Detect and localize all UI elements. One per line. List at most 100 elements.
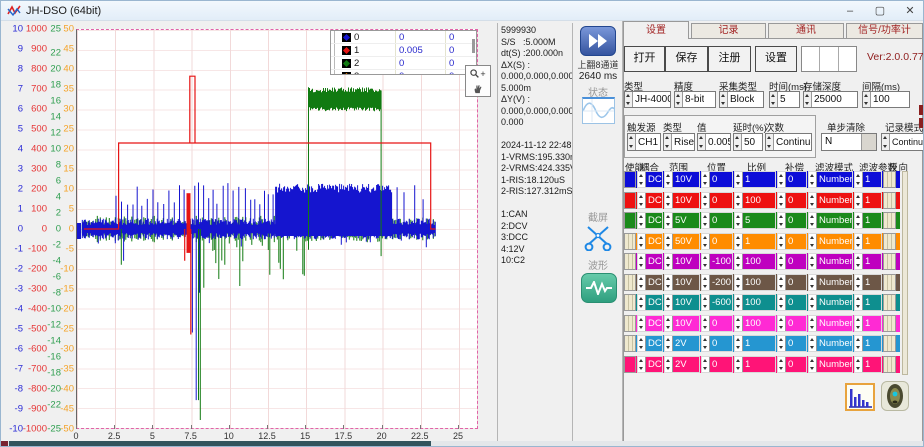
spinner-icon[interactable] <box>735 213 743 228</box>
legend-scrollbar[interactable] <box>472 39 475 53</box>
channel-position-field[interactable]: -100 <box>701 253 733 270</box>
channel-coupling-field[interactable]: DC <box>637 356 663 373</box>
spinner-icon[interactable] <box>665 213 673 228</box>
spinner-icon[interactable] <box>809 172 817 187</box>
spinner-icon[interactable] <box>702 234 710 249</box>
spinner-icon[interactable] <box>735 295 743 310</box>
channel-scale-field[interactable]: 1 <box>734 356 776 373</box>
channel-range-field[interactable]: 10V <box>664 253 700 270</box>
spinner-icon[interactable] <box>778 295 786 310</box>
channel-enable-box[interactable] <box>624 192 636 209</box>
single-clear-button[interactable] <box>861 134 876 150</box>
spinner-icon[interactable] <box>625 92 633 107</box>
precision-combo[interactable]: 8-bit <box>674 91 716 108</box>
spinner-icon[interactable] <box>702 193 710 208</box>
maximize-button[interactable]: ▢ <box>865 2 895 20</box>
acquire-type-combo[interactable]: Block <box>719 91 764 108</box>
channel-position-field[interactable]: -200 <box>701 274 733 291</box>
channel-scale-field[interactable]: 1 <box>734 233 776 250</box>
spinner-icon[interactable] <box>702 336 710 351</box>
channel-scale-field[interactable]: 100 <box>734 253 776 270</box>
channel-scale-field[interactable]: 5 <box>734 212 776 229</box>
spinner-icon[interactable] <box>855 295 863 310</box>
channel-comp-field[interactable]: 0 <box>777 192 807 209</box>
spinner-icon[interactable] <box>702 213 710 228</box>
channel-scale-field[interactable]: 100 <box>734 315 776 332</box>
channel-filter-param-field[interactable]: 1 <box>854 294 882 311</box>
spinner-icon[interactable] <box>809 193 817 208</box>
channel-position-field[interactable]: 0 <box>701 212 733 229</box>
spinner-icon[interactable] <box>882 134 890 150</box>
channel-comp-field[interactable]: 0 <box>777 171 807 188</box>
channel-invert-box[interactable] <box>883 253 896 270</box>
spinner-icon[interactable] <box>735 275 743 290</box>
spinner-icon[interactable] <box>735 357 743 372</box>
channel-range-field[interactable]: 10V <box>664 315 700 332</box>
spinner-icon[interactable] <box>665 316 673 331</box>
channel-invert-box[interactable] <box>883 192 896 209</box>
channel-filter-mode-field[interactable]: Number <box>808 335 853 352</box>
empty-list-widget[interactable] <box>801 46 857 72</box>
channel-coupling-field[interactable]: DC <box>637 233 663 250</box>
channel-position-field[interactable]: 0 <box>701 192 733 209</box>
close-button[interactable]: ✕ <box>895 2 924 20</box>
spinner-icon[interactable] <box>628 134 636 150</box>
spinner-icon[interactable] <box>734 134 742 150</box>
channel-comp-field[interactable]: 0 <box>777 294 807 311</box>
channel-position-field[interactable]: 0 <box>701 233 733 250</box>
channel-position-field[interactable]: 0 <box>701 315 733 332</box>
save-button[interactable]: 保存 <box>665 46 708 72</box>
spinner-icon[interactable] <box>863 92 871 107</box>
spinner-icon[interactable] <box>778 336 786 351</box>
trigger-source-combo[interactable]: CH1 <box>627 133 661 151</box>
spinner-icon[interactable] <box>665 193 673 208</box>
channel-range-field[interactable]: 5V <box>664 212 700 229</box>
channel-filter-param-field[interactable]: 1 <box>854 274 882 291</box>
trigger-value-combo[interactable]: 0.0051 <box>697 133 731 151</box>
spinner-icon[interactable] <box>855 193 863 208</box>
channel-comp-field[interactable]: 0 <box>777 233 807 250</box>
tab-signal-power[interactable]: 信号/功率计 <box>846 23 923 38</box>
channel-range-field[interactable]: 10V <box>664 171 700 188</box>
channel-filter-param-field[interactable]: 1 <box>854 233 882 250</box>
channel-filter-mode-field[interactable]: Number <box>808 192 853 209</box>
spinner-icon[interactable] <box>702 295 710 310</box>
spinner-icon[interactable] <box>665 254 673 269</box>
channel-filter-param-field[interactable]: 1 <box>854 356 882 373</box>
channel-invert-box[interactable] <box>883 171 896 188</box>
channel-coupling-field[interactable]: DC <box>637 192 663 209</box>
trigger-count-combo[interactable]: Continue <box>765 133 812 151</box>
horizontal-scrollbar[interactable] <box>1 441 924 447</box>
spinner-icon[interactable] <box>702 316 710 331</box>
spinner-icon[interactable] <box>809 275 817 290</box>
channel-comp-field[interactable]: 0 <box>777 335 807 352</box>
channel-filter-mode-field[interactable]: Number <box>808 294 853 311</box>
page-channels-button[interactable] <box>580 26 616 56</box>
spinner-icon[interactable] <box>809 213 817 228</box>
legend-row[interactable]: 10.0050 <box>331 44 476 57</box>
spinner-icon[interactable] <box>638 254 646 269</box>
trigger-delay-combo[interactable]: 50 <box>733 133 763 151</box>
spinner-icon[interactable] <box>809 357 817 372</box>
spinner-icon[interactable] <box>664 134 672 150</box>
channel-filter-param-field[interactable]: 1 <box>854 253 882 270</box>
channel-scale-field[interactable]: 100 <box>734 274 776 291</box>
trigger-type-combo[interactable]: Rise <box>663 133 695 151</box>
zoom-tool-button[interactable]: + <box>466 66 490 81</box>
channel-filter-mode-field[interactable]: Number <box>808 315 853 332</box>
spinner-icon[interactable] <box>638 275 646 290</box>
spinner-icon[interactable] <box>809 295 817 310</box>
spinner-icon[interactable] <box>809 254 817 269</box>
channel-position-field[interactable]: -600 <box>701 294 733 311</box>
settings-button[interactable]: 设置 <box>755 46 797 72</box>
plot-area[interactable]: 00010.0050200300 <box>76 29 478 429</box>
spinner-icon[interactable] <box>638 193 646 208</box>
channel-comp-field[interactable]: 0 <box>777 212 807 229</box>
channel-enable-box[interactable] <box>624 356 636 373</box>
channel-enable-box[interactable] <box>624 315 636 332</box>
spinner-icon[interactable] <box>778 316 786 331</box>
channel-filter-param-field[interactable]: 1 <box>854 171 882 188</box>
spinner-icon[interactable] <box>735 254 743 269</box>
spinner-icon[interactable] <box>675 92 683 107</box>
spinner-icon[interactable] <box>778 254 786 269</box>
